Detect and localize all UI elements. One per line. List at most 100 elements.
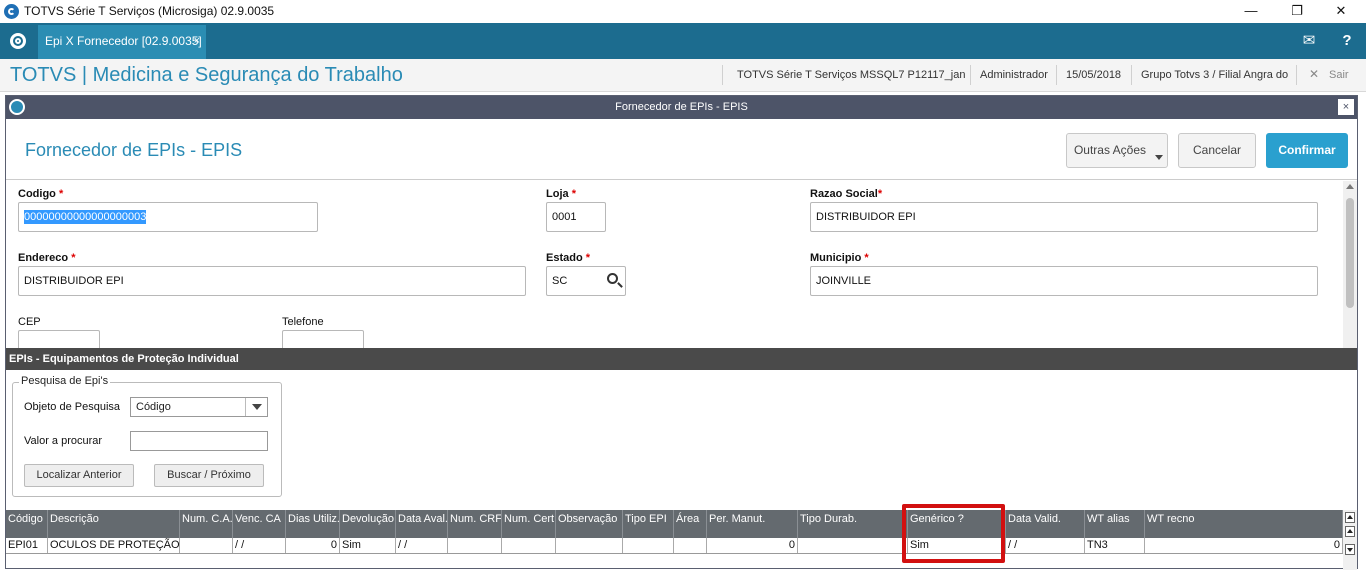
table-cell[interactable]: 0 [707,538,798,553]
mail-icon[interactable]: ✉ [1299,31,1319,51]
table-cell[interactable] [674,538,707,553]
estado-value: SC [552,275,568,287]
help-icon[interactable]: ? [1337,31,1357,51]
column-header[interactable]: WT alias [1085,510,1145,538]
form-header: Fornecedor de EPIs - EPIS Outras Ações C… [6,119,1357,180]
close-window-button[interactable]: ✕ [1318,0,1364,23]
search-object-label: Objeto de Pesquisa [24,401,121,413]
search-value-input[interactable] [130,431,268,451]
generico-highlight-box [902,504,1005,563]
column-header[interactable]: WT recno [1145,510,1343,538]
tab-epi-fornecedor[interactable]: Epi X Fornecedor [02.9.0035] × [38,25,206,59]
confirm-button[interactable]: Confirmar [1266,133,1348,168]
divider [722,65,723,85]
scroll-up-icon[interactable] [1345,526,1355,537]
table-cell[interactable]: OCULOS DE PROTEÇÃO [48,538,180,553]
scroll-thumb[interactable] [1346,198,1354,308]
date-info: 15/05/2018 [1066,69,1122,81]
other-actions-button[interactable]: Outras Ações [1066,133,1168,168]
chevron-down-icon[interactable] [245,398,267,416]
codigo-label: Codigo * [18,188,64,200]
table-cell[interactable]: / / [396,538,448,553]
loja-field[interactable]: 0001 [546,202,606,232]
codigo-field[interactable]: 00000000000000000003 [18,202,318,232]
environment-info: TOTVS Série T Serviços MSSQL7 P12117_jan [737,69,966,81]
table-cell[interactable]: / / [1006,538,1085,553]
find-next-button[interactable]: Buscar / Próximo [154,464,264,487]
endereco-field[interactable]: DISTRIBUIDOR EPI [18,266,526,296]
module-title: TOTVS | Medicina e Segurança do Trabalho [10,64,403,86]
table-cell[interactable] [448,538,502,553]
branch-info: Grupo Totvs 3 / Filial Angra do [1141,69,1289,81]
exit-button[interactable]: Sair [1329,69,1349,81]
table-cell[interactable] [623,538,674,553]
dialog-title-bar: Fornecedor de EPIs - EPIS × [6,96,1357,119]
grid-scrollbar[interactable] [1343,510,1357,570]
scroll-down-icon[interactable] [1345,544,1355,555]
cancel-button[interactable]: Cancelar [1178,133,1256,168]
estado-field[interactable]: SC [546,266,626,296]
column-header[interactable]: Per. Manut. [707,510,798,538]
form-scrollbar[interactable] [1343,181,1357,348]
razao-social-field[interactable]: DISTRIBUIDOR EPI [810,202,1318,232]
dialog-close-icon[interactable]: × [1338,99,1354,115]
exit-icon[interactable]: ✕ [1309,67,1319,81]
column-header[interactable]: Data Valid. [1006,510,1085,538]
table-cell[interactable]: 0 [286,538,340,553]
window-title: TOTVS Série T Serviços (Microsiga) 02.9.… [24,4,275,18]
column-header[interactable]: Tipo Durab. [798,510,908,538]
column-header[interactable]: Num. CRF [448,510,502,538]
column-header[interactable]: Venc. CA [233,510,286,538]
cep-field[interactable]: - [18,330,100,348]
form-fields: Codigo * 00000000000000000003 Loja * 000… [6,181,1343,348]
grid-header: Código Descrição Num. C.A. Venc. CA Dias Uti… [6,510,1343,538]
table-cell[interactable] [556,538,623,553]
razao-social-label: Razao Social* [810,188,883,200]
table-cell[interactable]: Sim [340,538,396,553]
table-cell[interactable] [798,538,908,553]
table-cell[interactable]: 0 [1145,538,1343,553]
municipio-field[interactable]: JOINVILLE [810,266,1318,296]
restore-button[interactable]: ❐ [1274,0,1320,23]
window-title-bar: TOTVS Série T Serviços (Microsiga) 02.9.… [0,0,1366,23]
column-header[interactable]: Código [6,510,48,538]
search-legend: Pesquisa de Epi's [19,375,111,387]
table-cell[interactable]: / / [233,538,286,553]
tab-close-icon[interactable]: × [194,25,200,57]
column-header[interactable]: Tipo EPI [623,510,674,538]
codigo-value: 00000000000000000003 [24,210,147,224]
search-object-select[interactable]: Código [130,397,268,417]
column-header[interactable]: Num. Cert. [502,510,556,538]
loja-label: Loja * [546,188,576,200]
app-icon [4,4,19,19]
section-title: EPIs - Equipamentos de Proteção Individu… [6,348,1357,370]
column-header[interactable]: Dias Utiliz. [286,510,340,538]
scroll-top-icon[interactable] [1345,512,1355,523]
column-header[interactable]: Descrição [48,510,180,538]
estado-label: Estado * [546,252,591,264]
table-cell[interactable]: EPI01 [6,538,48,553]
table-cell[interactable]: TN3 [1085,538,1145,553]
scroll-up-icon[interactable] [1346,184,1354,189]
column-header[interactable]: Área [674,510,707,538]
user-info: Administrador [980,69,1048,81]
table-cell[interactable] [502,538,556,553]
dialog-title: Fornecedor de EPIs - EPIS [615,101,748,113]
column-header[interactable]: Num. C.A. [180,510,233,538]
telefone-field[interactable]: - [282,330,364,348]
find-previous-button[interactable]: Localizar Anterior [24,464,134,487]
table-row[interactable]: EPI01 OCULOS DE PROTEÇÃO / /0 Sim / /0 Sim … [6,538,1343,554]
supplier-dialog: Fornecedor de EPIs - EPIS × Fornecedor d… [5,95,1358,570]
module-header: TOTVS | Medicina e Segurança do Trabalho… [0,59,1366,92]
divider [970,65,971,85]
column-header[interactable]: Observação [556,510,623,538]
endereco-label: Endereco * [18,252,76,264]
divider [1296,65,1297,85]
search-icon[interactable] [607,273,618,284]
column-header[interactable]: Devolução [340,510,396,538]
cep-label: CEP [18,316,41,328]
totvs-logo-icon[interactable] [6,29,30,53]
minimize-button[interactable]: — [1228,0,1274,23]
table-cell[interactable] [180,538,233,553]
column-header[interactable]: Data Aval. [396,510,448,538]
